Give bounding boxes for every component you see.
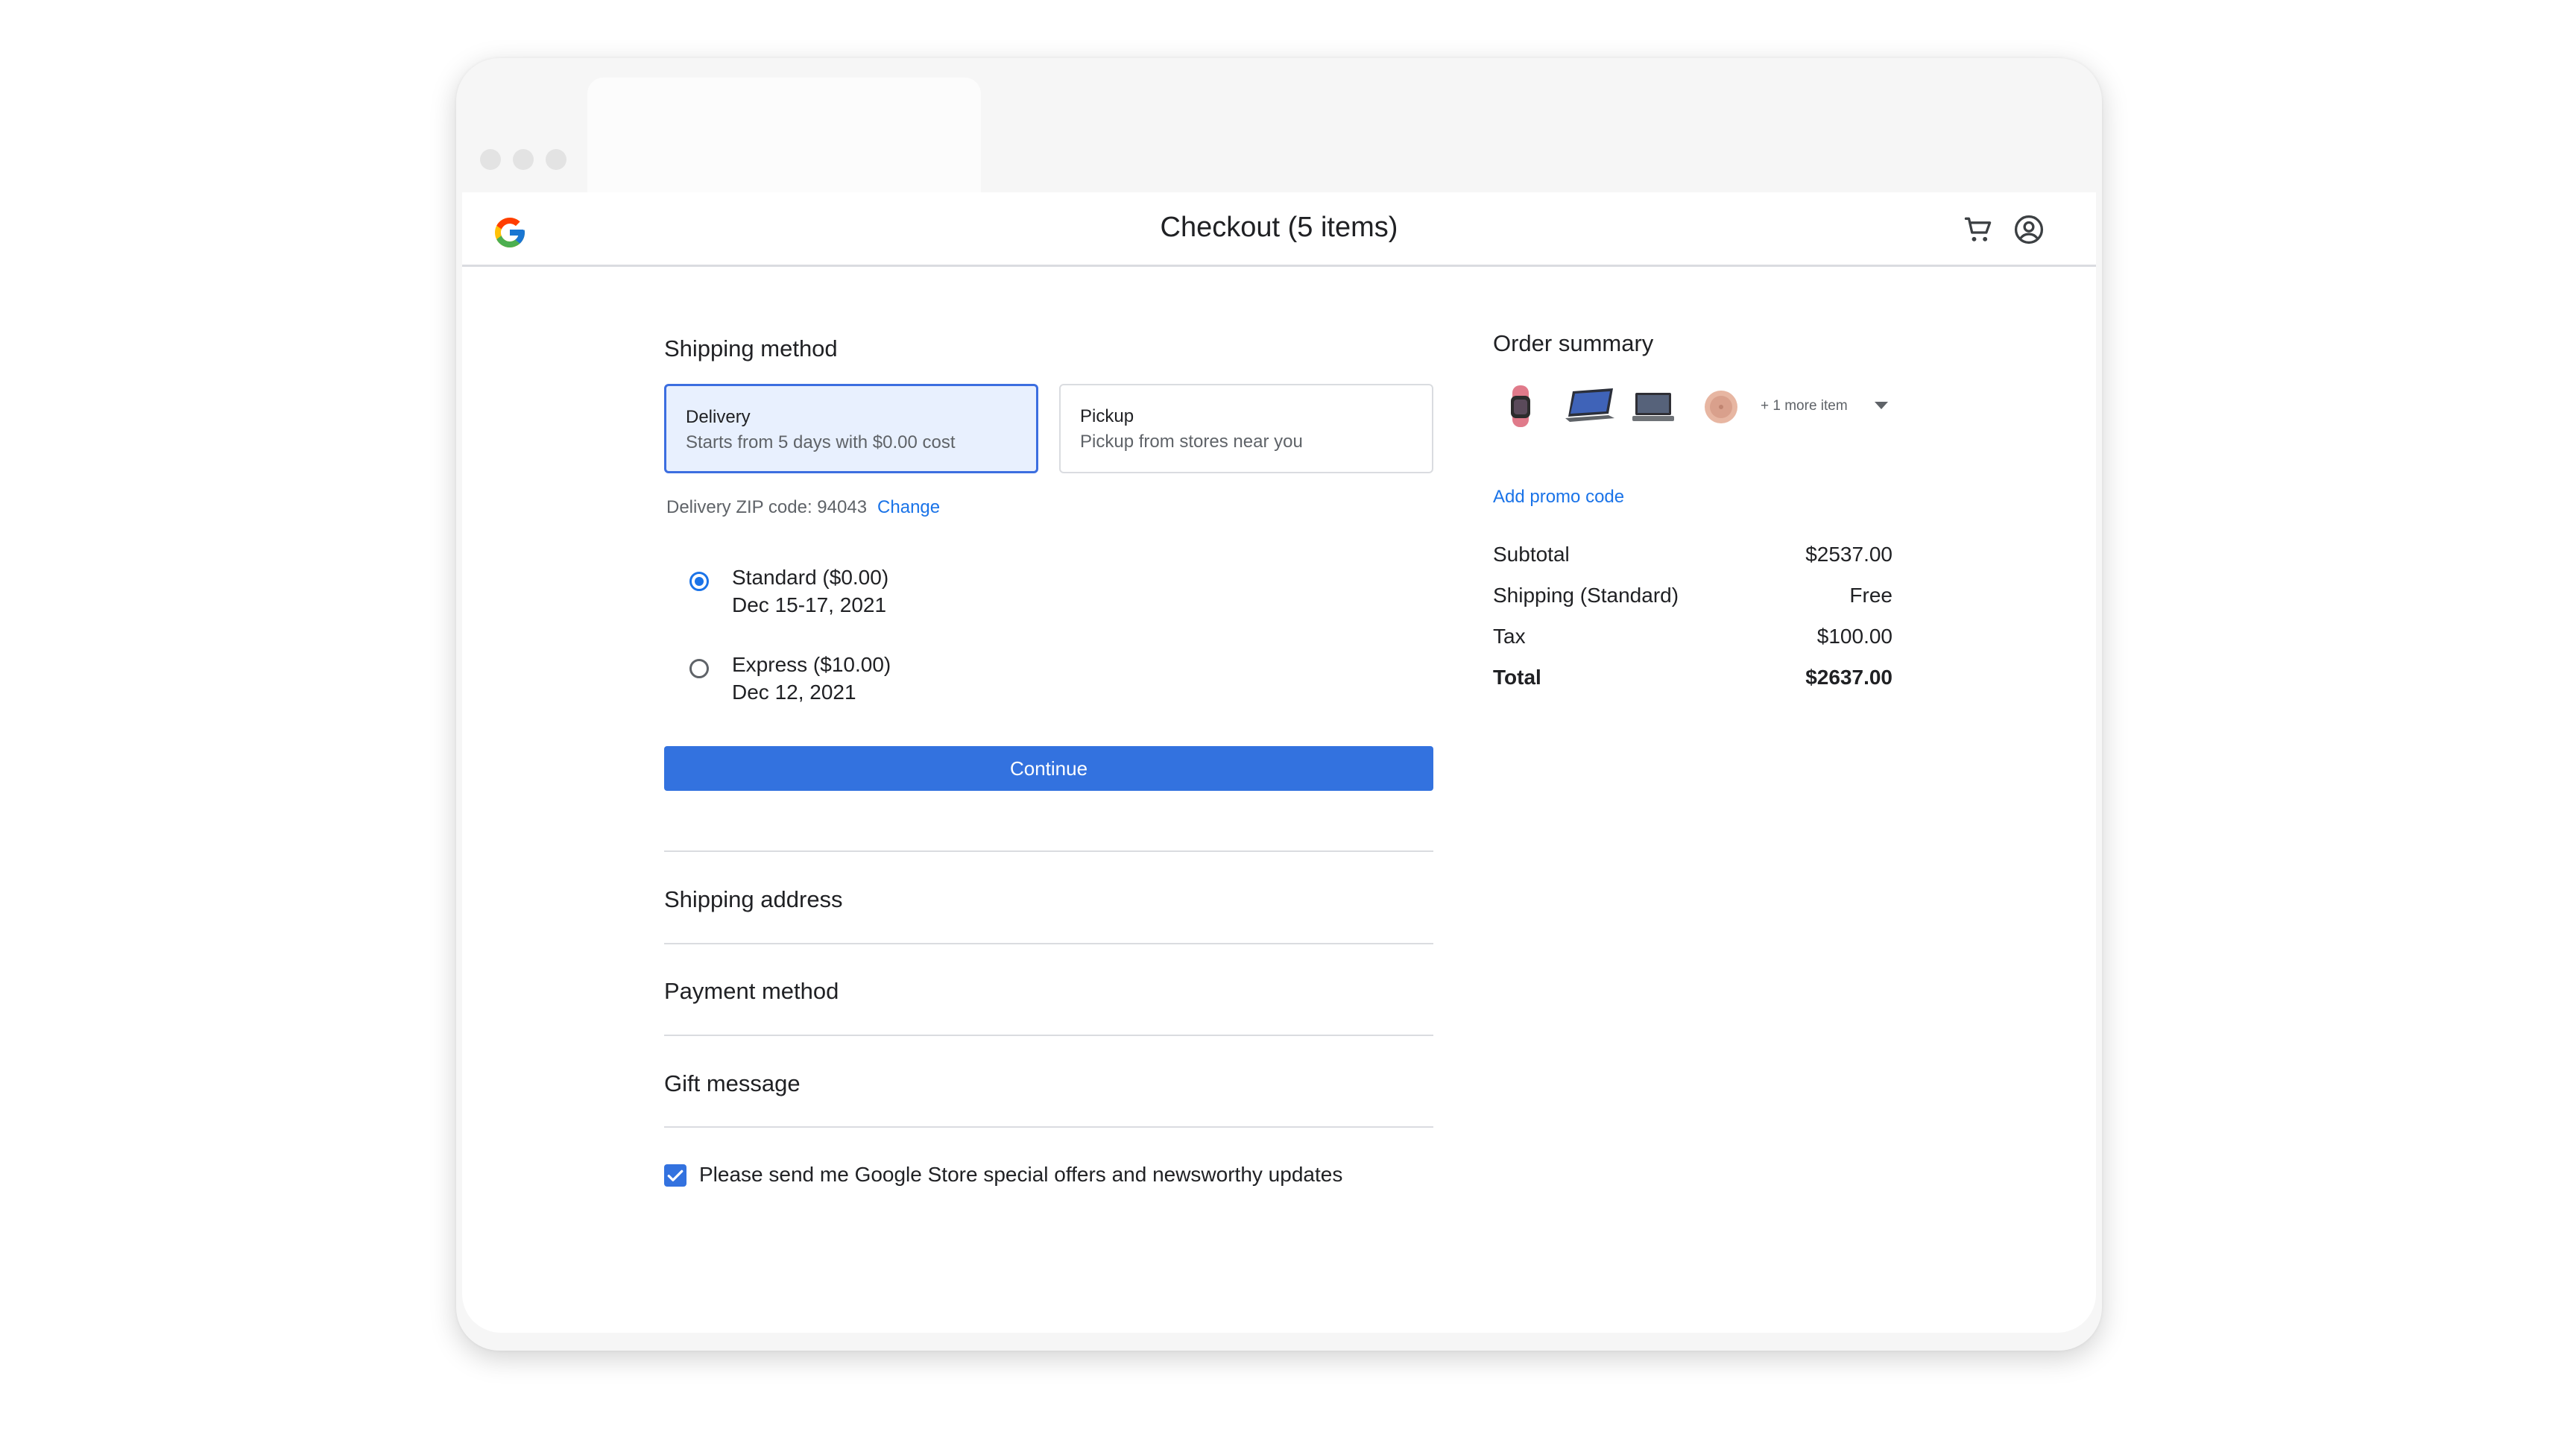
chevron-down-icon[interactable] <box>1875 402 1888 409</box>
shipping-cost-value: Free <box>1849 584 1892 607</box>
order-summary-title: Order summary <box>1493 330 1654 356</box>
total-value: $2637.00 <box>1805 666 1892 689</box>
delivery-zip-label: Delivery ZIP code: 94043 <box>666 497 868 517</box>
browser-window: Checkout (5 items) Shipping method Deliv… <box>456 58 2102 1351</box>
section-divider <box>664 850 1433 852</box>
continue-button[interactable]: Continue <box>664 746 1433 791</box>
standard-shipping-radio[interactable] <box>689 572 709 591</box>
account-circle-icon[interactable] <box>2012 213 2045 246</box>
tax-label: Tax <box>1493 625 1526 648</box>
standard-shipping-date: Dec 15-17, 2021 <box>732 593 887 616</box>
laptop-thumbnail <box>1565 388 1614 422</box>
subtotal-value: $2537.00 <box>1805 543 1892 566</box>
pickup-option-card[interactable]: Pickup Pickup from stores near you <box>1059 384 1433 473</box>
window-maximize-dot[interactable] <box>546 149 566 170</box>
delivery-option-label: Delivery <box>686 407 751 427</box>
express-shipping-radio[interactable] <box>689 659 709 678</box>
shipping-cost-label: Shipping (Standard) <box>1493 584 1679 607</box>
shipping-address-section[interactable]: Shipping address <box>664 886 843 913</box>
more-items-label[interactable]: + 1 more item <box>1761 398 1848 414</box>
pickup-option-label: Pickup <box>1080 406 1134 426</box>
offers-checkbox-label: Please send me Google Store special offe… <box>699 1163 1343 1186</box>
window-close-dot[interactable] <box>480 149 501 170</box>
tax-value: $100.00 <box>1816 625 1892 648</box>
shipping-method-title: Shipping method <box>664 335 838 362</box>
chromebook-thumbnail <box>1632 393 1674 421</box>
add-promo-code-link[interactable]: Add promo code <box>1493 487 1624 508</box>
browser-tab[interactable] <box>587 78 981 192</box>
payment-method-section[interactable]: Payment method <box>664 978 839 1005</box>
offers-checkbox[interactable] <box>664 1164 686 1187</box>
pickup-option-description: Pickup from stores near you <box>1080 432 1303 452</box>
page-title: Checkout (5 items) <box>1160 212 1398 243</box>
express-shipping-label: Express ($10.00) <box>732 653 891 676</box>
nest-speaker-thumbnail <box>1705 391 1737 423</box>
express-shipping-date: Dec 12, 2021 <box>732 681 856 704</box>
fitbit-watch-thumbnail <box>1511 385 1530 427</box>
subtotal-label: Subtotal <box>1493 543 1570 566</box>
checkout-header: Checkout (5 items) <box>462 192 2096 267</box>
section-divider <box>664 1035 1433 1036</box>
total-label: Total <box>1493 666 1541 689</box>
section-divider <box>664 943 1433 944</box>
section-divider <box>664 1126 1433 1128</box>
delivery-option-description: Starts from 5 days with $0.00 cost <box>686 432 956 452</box>
check-icon <box>667 1169 684 1181</box>
delivery-option-card[interactable]: Delivery Starts from 5 days with $0.00 c… <box>664 384 1038 473</box>
standard-shipping-label: Standard ($0.00) <box>732 566 889 589</box>
gift-message-section[interactable]: Gift message <box>664 1070 801 1097</box>
change-zip-link[interactable]: Change <box>877 497 940 517</box>
cart-icon[interactable] <box>1962 213 1995 246</box>
page-viewport: Checkout (5 items) Shipping method Deliv… <box>462 192 2096 1333</box>
window-minimize-dot[interactable] <box>513 149 534 170</box>
delivery-zip-row: Delivery ZIP code: 94043 Change <box>666 497 940 518</box>
